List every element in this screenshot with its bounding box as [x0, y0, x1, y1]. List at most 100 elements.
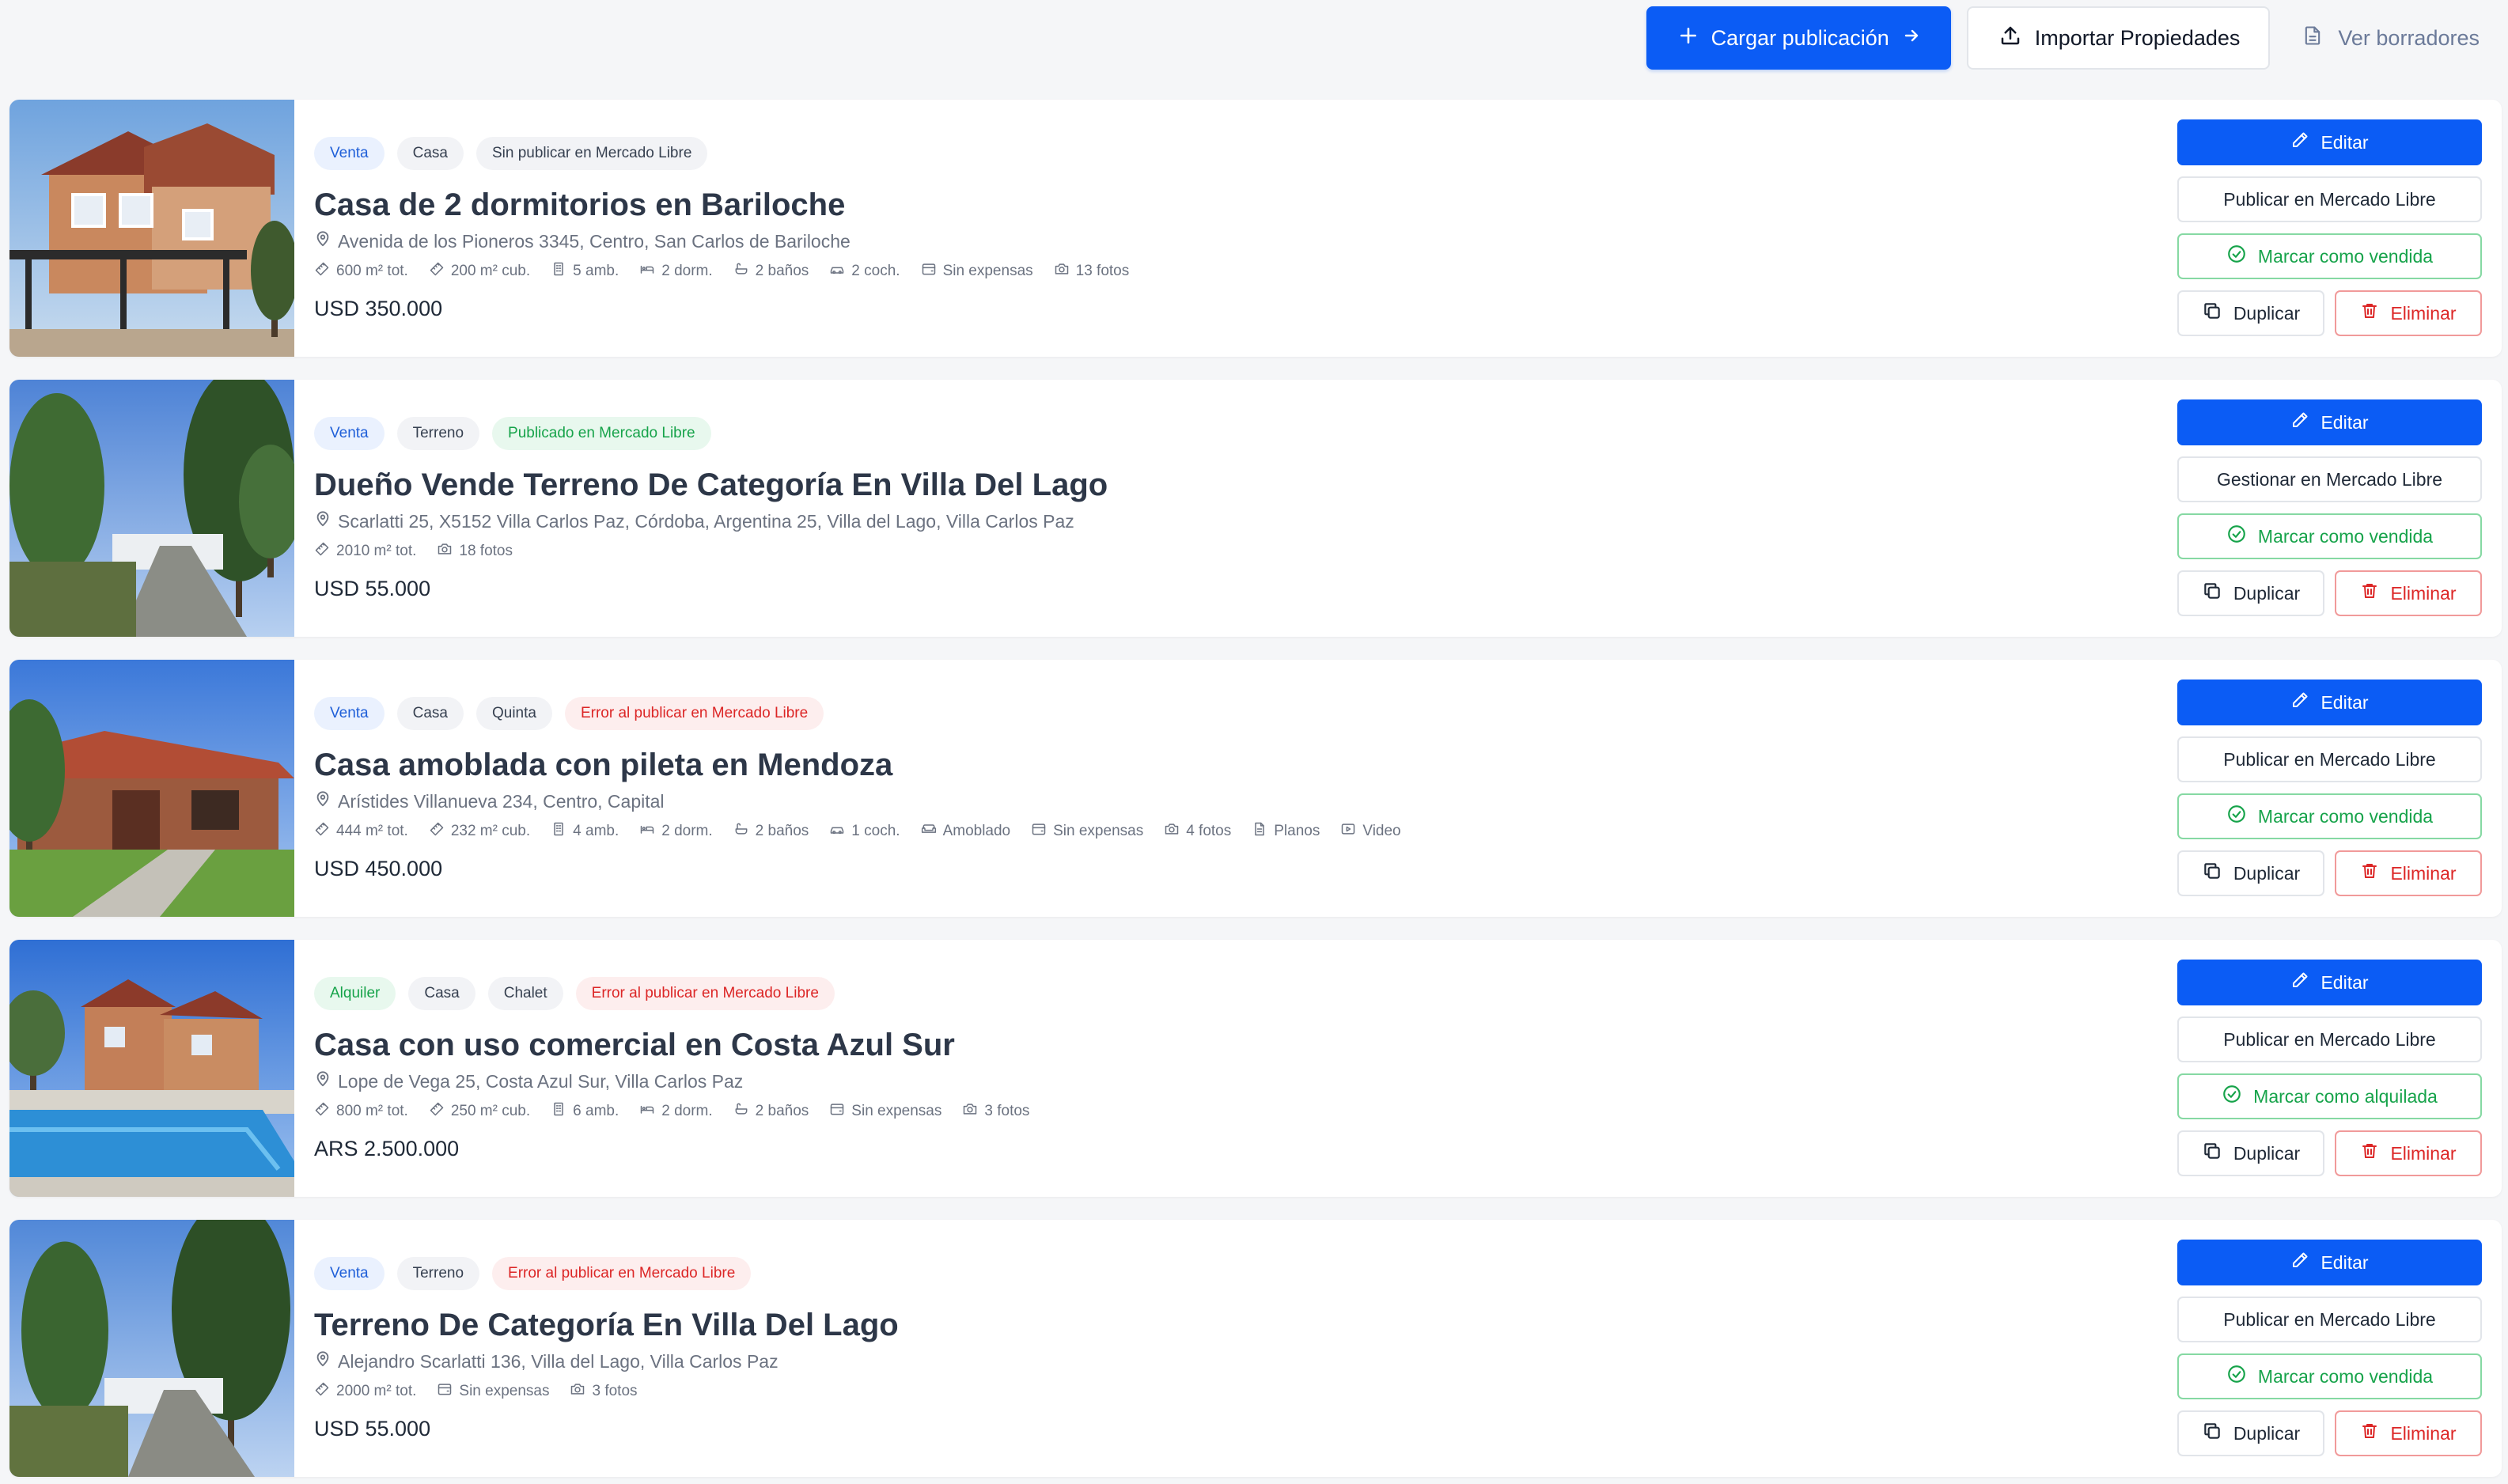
feature-item: 1 coch.	[829, 821, 900, 842]
feature-text: 2 dorm.	[661, 823, 713, 839]
duplicate-label: Duplicar	[2233, 582, 2301, 604]
feature-item: 18 fotos	[437, 541, 513, 562]
feature-item: 3 fotos	[570, 1381, 638, 1402]
duplicate-button[interactable]: Duplicar	[2177, 290, 2324, 336]
feature-item: Planos	[1252, 821, 1320, 842]
trash-icon	[2360, 861, 2379, 885]
delete-button[interactable]: Eliminar	[2335, 290, 2482, 336]
delete-button[interactable]: Eliminar	[2335, 1410, 2482, 1456]
feature-item: Sin expensas	[829, 1101, 941, 1122]
copy-icon	[2202, 861, 2222, 886]
listing-actions: Editar Gestionar en Mercado Libre Marcar…	[2177, 399, 2482, 616]
duplicate-button[interactable]: Duplicar	[2177, 850, 2324, 896]
import-properties-button[interactable]: Importar Propiedades	[1966, 6, 2271, 70]
duplicate-button[interactable]: Duplicar	[2177, 1130, 2324, 1176]
plus-icon	[1678, 25, 1699, 51]
listing-card: Venta Terreno Publicado en Mercado Libre D…	[9, 380, 2502, 637]
new-listing-button[interactable]: Cargar publicación	[1646, 6, 1951, 70]
listing-photo[interactable]	[9, 1220, 294, 1477]
listing-info: Venta Casa Sin publicar en Mercado Libre C…	[314, 136, 2154, 324]
edit-button[interactable]: Editar	[2177, 680, 2482, 725]
duplicate-button[interactable]: Duplicar	[2177, 570, 2324, 616]
delete-button[interactable]: Eliminar	[2335, 1130, 2482, 1176]
view-drafts-label: Ver borradores	[2338, 25, 2480, 50]
mercado-libre-button[interactable]: Gestionar en Mercado Libre	[2177, 456, 2482, 502]
feature-item: 444 m² tot.	[314, 821, 408, 842]
property-type-badge: Casa	[396, 137, 464, 170]
feature-item: 2 baños	[733, 821, 809, 842]
listing-photo[interactable]	[9, 100, 294, 357]
feature-item: 2 dorm.	[639, 1101, 713, 1122]
mercado-libre-label: Publicar en Mercado Libre	[2223, 1028, 2436, 1050]
feature-text: 1 coch.	[851, 823, 900, 839]
listing-title[interactable]: Terreno De Categoría En Villa Del Lago	[314, 1305, 2154, 1345]
mark-sold-button[interactable]: Marcar como vendida	[2177, 1353, 2482, 1399]
feature-list: 2000 m² tot. Sin expensas 3 fotos	[314, 1380, 2154, 1403]
feature-item: 2 baños	[733, 1101, 809, 1122]
listing-photo[interactable]	[9, 380, 294, 637]
feature-item: 200 m² cub.	[429, 261, 530, 282]
feature-text: 18 fotos	[459, 543, 513, 559]
duplicate-label: Duplicar	[2233, 1142, 2301, 1164]
edit-label: Editar	[2320, 1251, 2369, 1273]
mark-sold-button[interactable]: Marcar como vendida	[2177, 513, 2482, 559]
listing-title[interactable]: Dueño Vende Terreno De Categoría En Vill…	[314, 465, 2154, 505]
bath-icon	[733, 261, 749, 282]
listing-list: Venta Casa Sin publicar en Mercado Libre C…	[9, 100, 2502, 1484]
duplicate-label: Duplicar	[2233, 1422, 2301, 1444]
mercado-libre-button[interactable]: Publicar en Mercado Libre	[2177, 1016, 2482, 1062]
mercado-libre-label: Gestionar en Mercado Libre	[2216, 468, 2443, 490]
trash-icon	[2360, 581, 2379, 605]
mark-sold-label: Marcar como vendida	[2257, 1365, 2434, 1387]
secondary-actions: Duplicar Eliminar	[2177, 290, 2482, 336]
address-text: Arístides Villanueva 234, Centro, Capita…	[338, 790, 665, 812]
listing-address: Alejandro Scarlatti 136, Villa del Lago,…	[314, 1346, 2154, 1376]
feature-text: 232 m² cub.	[450, 823, 531, 839]
listing-title[interactable]: Casa amoblada con pileta en Mendoza	[314, 745, 2154, 785]
listing-actions: Editar Publicar en Mercado Libre Marcar …	[2177, 960, 2482, 1176]
delete-label: Eliminar	[2390, 1142, 2457, 1164]
feature-text: 800 m² tot.	[336, 1103, 408, 1119]
feature-item: 2 dorm.	[639, 261, 713, 282]
operation-badge: Venta	[314, 1257, 385, 1290]
feature-text: 2010 m² tot.	[336, 543, 417, 559]
mark-sold-button[interactable]: Marcar como alquilada	[2177, 1073, 2482, 1119]
address-text: Lope de Vega 25, Costa Azul Sur, Villa C…	[338, 1070, 744, 1092]
edit-button[interactable]: Editar	[2177, 1240, 2482, 1285]
feature-text: 13 fotos	[1075, 263, 1130, 279]
listing-title[interactable]: Casa de 2 dormitorios en Bariloche	[314, 185, 2154, 225]
feature-text: 4 fotos	[1186, 823, 1232, 839]
mark-sold-button[interactable]: Marcar como vendida	[2177, 793, 2482, 839]
delete-button[interactable]: Eliminar	[2335, 570, 2482, 616]
trash-icon	[2360, 301, 2379, 325]
mercado-libre-button[interactable]: Publicar en Mercado Libre	[2177, 176, 2482, 222]
mercado-libre-button[interactable]: Publicar en Mercado Libre	[2177, 1297, 2482, 1342]
video-icon	[1340, 821, 1356, 842]
feature-text: 2 dorm.	[661, 263, 713, 279]
view-drafts-button[interactable]: Ver borradores	[2286, 6, 2491, 70]
building-icon	[551, 261, 566, 282]
edit-button[interactable]: Editar	[2177, 119, 2482, 165]
listing-price: USD 55.000	[314, 577, 431, 600]
listing-actions: Editar Publicar en Mercado Libre Marcar …	[2177, 1240, 2482, 1456]
check-circle-icon	[2222, 1084, 2242, 1109]
feature-item: 232 m² cub.	[429, 821, 530, 842]
listing-price: USD 450.000	[314, 857, 443, 880]
listing-photo[interactable]	[9, 940, 294, 1197]
import-properties-label: Importar Propiedades	[2034, 25, 2241, 50]
listing-photo[interactable]	[9, 660, 294, 917]
bath-icon	[733, 1101, 749, 1122]
copy-icon	[2202, 301, 2222, 326]
check-circle-icon	[2226, 1364, 2247, 1389]
mercado-libre-button[interactable]: Publicar en Mercado Libre	[2177, 736, 2482, 782]
edit-button[interactable]: Editar	[2177, 960, 2482, 1005]
mercado-libre-label: Publicar en Mercado Libre	[2223, 748, 2436, 770]
listing-card: Alquiler Casa Chalet Error al publicar en M…	[9, 940, 2502, 1197]
edit-button[interactable]: Editar	[2177, 399, 2482, 445]
listing-actions: Editar Publicar en Mercado Libre Marcar …	[2177, 680, 2482, 896]
delete-button[interactable]: Eliminar	[2335, 850, 2482, 896]
feature-text: Sin expensas	[851, 1103, 942, 1119]
mark-sold-button[interactable]: Marcar como vendida	[2177, 233, 2482, 279]
listing-title[interactable]: Casa con uso comercial en Costa Azul Sur	[314, 1025, 2154, 1065]
duplicate-button[interactable]: Duplicar	[2177, 1410, 2324, 1456]
